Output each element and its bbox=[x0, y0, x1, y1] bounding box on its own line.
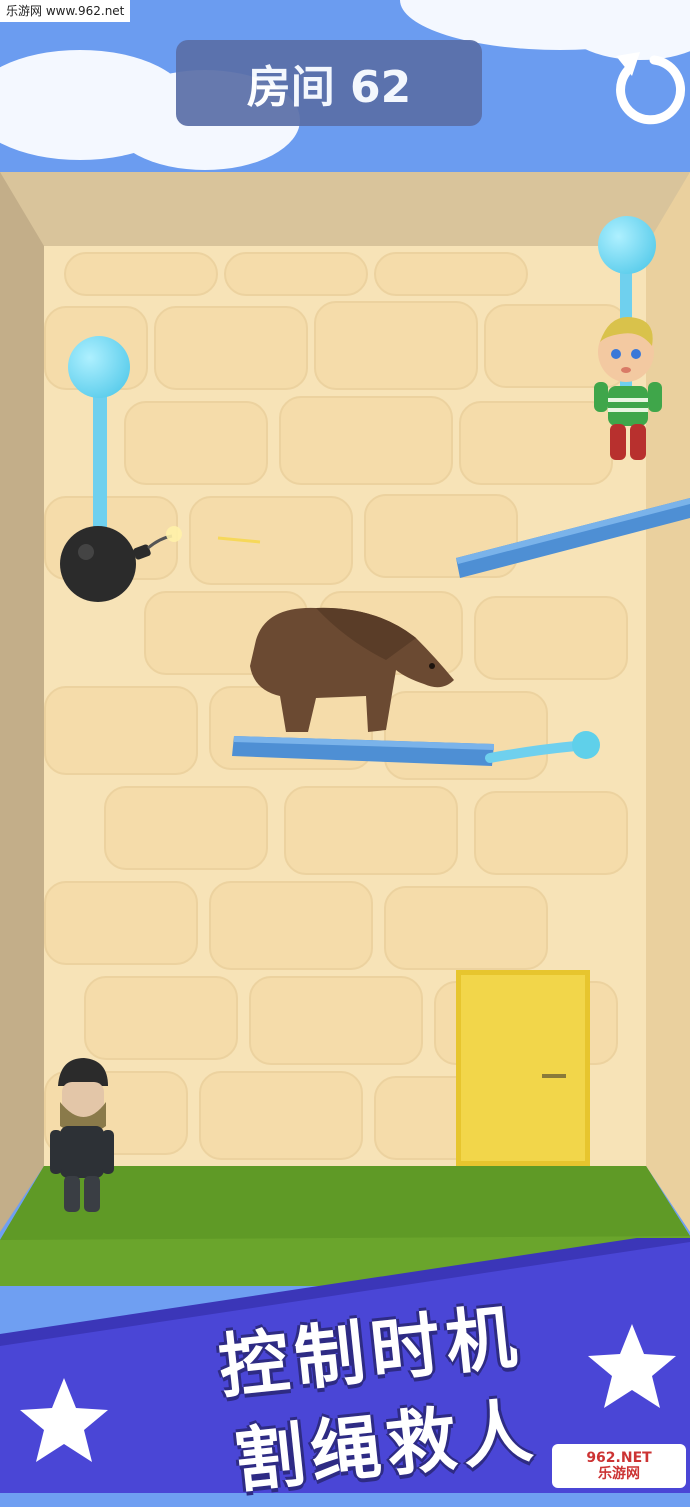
bear bbox=[250, 607, 454, 732]
right-rope-knob[interactable] bbox=[598, 216, 656, 274]
left-pin-rope[interactable] bbox=[93, 384, 107, 534]
site-watermark: 乐游网 www.962.net bbox=[0, 0, 131, 22]
boy-hanging bbox=[594, 317, 662, 460]
watermark-line2: 乐游网 bbox=[598, 1466, 640, 1482]
room-number-label: 房间 62 bbox=[246, 62, 412, 113]
watermark-line1: 962.NET bbox=[586, 1450, 652, 1466]
masked-thief bbox=[50, 1058, 114, 1212]
sloped-platform bbox=[456, 498, 690, 578]
room-left-wall bbox=[0, 172, 44, 1232]
door-handle bbox=[542, 1074, 566, 1078]
platform-pin[interactable] bbox=[484, 728, 604, 768]
platform-pin-knob[interactable] bbox=[572, 731, 600, 759]
site-logo-watermark: 962.NET 乐游网 bbox=[552, 1444, 686, 1488]
restart-button[interactable] bbox=[606, 42, 686, 128]
room-title-panel: 房间 62 bbox=[176, 40, 482, 126]
left-rope-knob[interactable] bbox=[68, 336, 130, 398]
restart-arrow-icon bbox=[616, 52, 685, 125]
room-ceiling bbox=[0, 172, 690, 248]
exit-door bbox=[456, 970, 590, 1166]
bomb bbox=[60, 526, 261, 602]
